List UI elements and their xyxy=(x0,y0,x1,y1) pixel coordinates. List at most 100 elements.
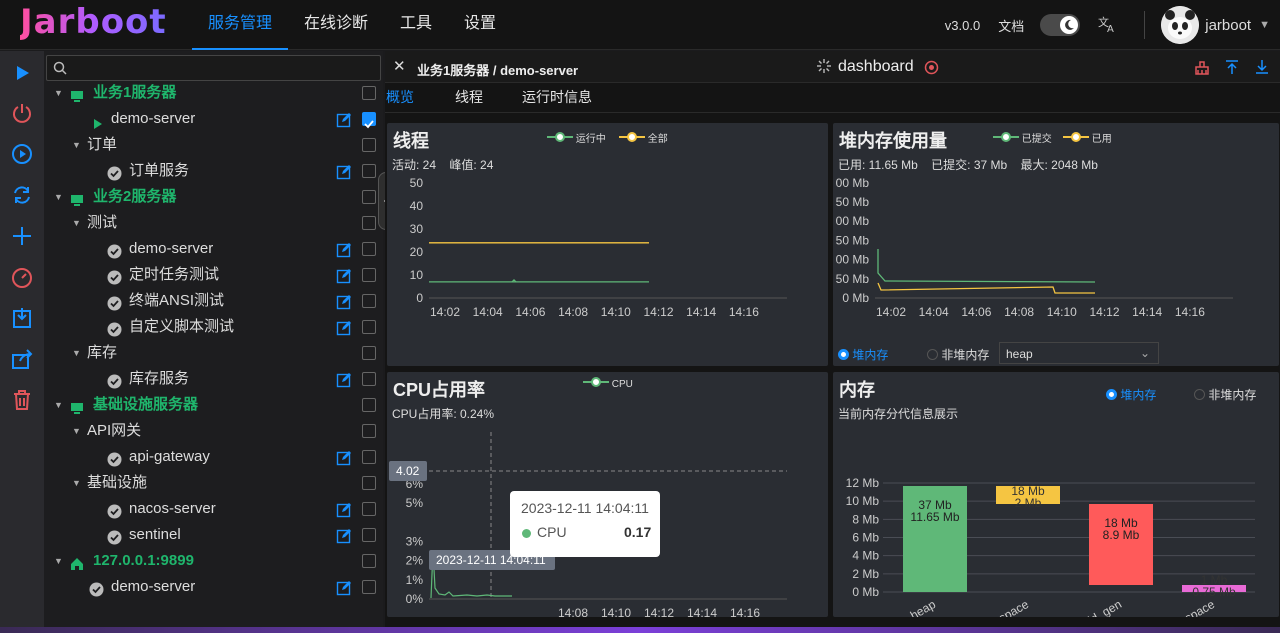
select-checkbox[interactable] xyxy=(362,294,376,308)
select-checkbox[interactable] xyxy=(362,580,376,594)
heap-radio[interactable]: 堆内存 xyxy=(838,346,888,363)
delete-icon[interactable] xyxy=(10,388,34,412)
tree-service[interactable]: demo-server xyxy=(44,574,383,600)
scroll-bottom-icon[interactable] xyxy=(1254,59,1270,78)
tree-service[interactable]: 自定义脚本测试 xyxy=(44,314,383,340)
tree-group[interactable]: ▼ 127.0.0.1:9899 xyxy=(44,548,383,574)
tree-group[interactable]: ▼ 业务1服务器 xyxy=(44,80,383,106)
nonheap-radio[interactable]: 非堆内存 xyxy=(927,346,989,363)
edit-icon[interactable] xyxy=(336,371,352,388)
select-checkbox[interactable] xyxy=(362,268,376,282)
docs-link[interactable]: 文档 xyxy=(998,16,1024,35)
select-checkbox[interactable] xyxy=(362,554,376,568)
tab-overview[interactable]: 概览 xyxy=(386,83,414,111)
caret-down-icon[interactable]: ▼ xyxy=(54,184,63,210)
export-icon[interactable] xyxy=(10,347,34,371)
edit-icon[interactable] xyxy=(336,449,352,466)
edit-icon[interactable] xyxy=(336,111,352,128)
scroll-top-icon[interactable] xyxy=(1224,59,1240,78)
record-icon[interactable] xyxy=(924,60,939,78)
chevron-down-icon[interactable]: ▼ xyxy=(1259,19,1270,31)
edit-icon[interactable] xyxy=(336,319,352,336)
dashboard-icon[interactable] xyxy=(10,265,34,289)
caret-down-icon[interactable]: ▼ xyxy=(72,418,81,444)
select-checkbox[interactable] xyxy=(362,138,376,152)
start-icon[interactable] xyxy=(10,61,34,85)
nav-settings[interactable]: 设置 xyxy=(448,0,512,50)
tree-service[interactable]: 订单服务 xyxy=(44,158,383,184)
user-name[interactable]: jarboot xyxy=(1205,17,1251,34)
nav-online-diagnose[interactable]: 在线诊断 xyxy=(288,0,384,50)
tree-service[interactable]: api-gateway xyxy=(44,444,383,470)
select-checkbox[interactable] xyxy=(362,424,376,438)
caret-down-icon[interactable]: ▼ xyxy=(72,210,81,236)
tab-runtime[interactable]: 运行时信息 xyxy=(522,83,592,111)
select-checkbox[interactable] xyxy=(362,320,376,334)
edit-icon[interactable] xyxy=(336,267,352,284)
tree-service[interactable]: nacos-server xyxy=(44,496,383,522)
tree-service[interactable]: sentinel xyxy=(44,522,383,548)
caret-down-icon[interactable]: ▼ xyxy=(72,132,81,158)
select-checkbox[interactable] xyxy=(362,112,376,129)
tree-service[interactable]: demo-server xyxy=(44,106,383,132)
tab-threads[interactable]: 线程 xyxy=(455,83,483,111)
select-checkbox[interactable] xyxy=(362,502,376,516)
search-input[interactable] xyxy=(46,55,381,81)
edit-icon[interactable] xyxy=(336,241,352,258)
select-checkbox[interactable] xyxy=(362,372,376,386)
theme-toggle[interactable] xyxy=(1040,14,1081,36)
select-checkbox[interactable] xyxy=(362,216,376,230)
x-tick-label: 14:10 xyxy=(601,305,631,319)
import-icon[interactable] xyxy=(10,306,34,330)
tree-service[interactable]: demo-server xyxy=(44,236,383,262)
tree-folder[interactable]: ▼ API网关 xyxy=(44,418,383,444)
caret-down-icon[interactable]: ▼ xyxy=(72,340,81,366)
nav-service-management[interactable]: 服务管理 xyxy=(192,0,289,50)
tree-folder[interactable]: ▼ 基础设施 xyxy=(44,470,383,496)
tree-group[interactable]: ▼ 业务2服务器 xyxy=(44,184,383,210)
user-avatar[interactable] xyxy=(1161,6,1200,44)
caret-down-icon[interactable]: ▼ xyxy=(54,80,63,106)
nav-tools[interactable]: 工具 xyxy=(384,0,448,50)
select-checkbox[interactable] xyxy=(362,476,376,490)
tree-service[interactable]: 终端ANSI测试 xyxy=(44,288,383,314)
edit-icon[interactable] xyxy=(336,579,352,596)
y-tick-label: 1% xyxy=(406,573,424,587)
select-checkbox[interactable] xyxy=(362,86,376,100)
select-checkbox[interactable] xyxy=(362,398,376,412)
select-checkbox[interactable] xyxy=(362,346,376,360)
tree-service[interactable]: 库存服务 xyxy=(44,366,383,392)
power-icon[interactable] xyxy=(10,101,34,125)
select-checkbox[interactable] xyxy=(362,164,376,178)
x-tick-label: 14:14 xyxy=(686,305,716,319)
add-icon[interactable] xyxy=(10,224,34,248)
edit-icon[interactable] xyxy=(336,527,352,544)
select-checkbox[interactable] xyxy=(362,242,376,256)
edit-icon[interactable] xyxy=(336,163,352,180)
select-checkbox[interactable] xyxy=(362,450,376,464)
tree-service[interactable]: 定时任务测试 xyxy=(44,262,383,288)
translate-icon[interactable]: 文A xyxy=(1098,15,1118,36)
edit-icon[interactable] xyxy=(336,501,352,518)
tree-folder[interactable]: ▼ 订单 xyxy=(44,132,383,158)
tree-folder[interactable]: ▼ 库存 xyxy=(44,340,383,366)
clean-icon[interactable] xyxy=(1194,59,1210,78)
tree-folder[interactable]: ▼ 测试 xyxy=(44,210,383,236)
restart-icon[interactable] xyxy=(10,142,34,166)
refresh-icon[interactable] xyxy=(10,183,34,207)
edit-icon[interactable] xyxy=(336,293,352,310)
select-checkbox[interactable] xyxy=(362,190,376,204)
select-checkbox[interactable] xyxy=(362,528,376,542)
chevron-down-icon: ⌄ xyxy=(1140,346,1151,360)
caret-down-icon[interactable]: ▼ xyxy=(54,548,63,574)
top-header: Jarboot 服务管理 在线诊断 工具 设置 v3.0.0 文档 文A jar… xyxy=(0,0,1280,50)
app-logo[interactable]: Jarboot xyxy=(20,2,167,42)
caret-down-icon[interactable]: ▼ xyxy=(72,470,81,496)
tree-group[interactable]: ▼ 基础设施服务器 xyxy=(44,392,383,418)
tab-bar: 概览 线程 运行时信息 xyxy=(385,83,1280,113)
crosshair-y-value: 4.02 xyxy=(396,464,420,478)
heap-select[interactable]: heap ⌄ xyxy=(999,342,1159,364)
caret-down-icon[interactable]: ▼ xyxy=(54,392,63,418)
bar-label-used: 0.75 Mb xyxy=(1192,585,1236,599)
close-icon[interactable]: ✕ xyxy=(393,57,406,75)
